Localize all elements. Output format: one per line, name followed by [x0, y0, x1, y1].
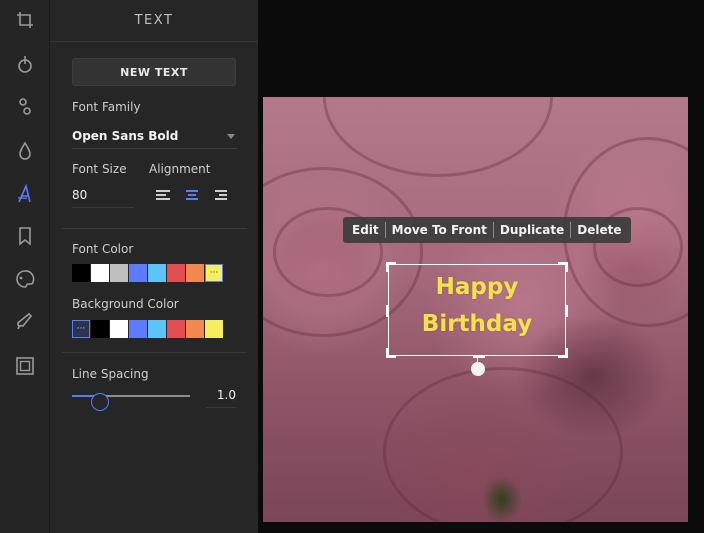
align-left-icon: [156, 190, 170, 192]
tool-sticker[interactable]: [0, 216, 50, 256]
tool-adjust[interactable]: [0, 87, 50, 127]
divider: [62, 228, 247, 229]
panel-title: TEXT: [50, 0, 258, 42]
brush-icon: [17, 312, 33, 330]
duplicate-button[interactable]: Duplicate: [494, 222, 572, 238]
line-spacing-label: Line Spacing: [72, 367, 149, 381]
font-family-select[interactable]: Open Sans Bold: [72, 124, 237, 149]
font-color-swatch[interactable]: [110, 264, 128, 282]
filter-icon: [18, 56, 32, 73]
edit-button[interactable]: Edit: [346, 222, 386, 238]
font-color-swatch[interactable]: ···: [205, 264, 223, 282]
text-action-toolbar: Edit Move To Front Duplicate Delete: [343, 217, 631, 243]
font-family-label: Font Family: [72, 100, 141, 114]
background-color-swatch[interactable]: ···: [72, 320, 90, 338]
align-center-icon: [186, 190, 198, 192]
font-color-swatch[interactable]: [72, 264, 90, 282]
align-right-button[interactable]: [213, 190, 229, 206]
tool-text[interactable]: [0, 174, 50, 214]
text-line-2: Birthday: [421, 311, 533, 337]
delete-button[interactable]: Delete: [571, 222, 627, 238]
background-color-swatch[interactable]: [91, 320, 109, 338]
font-color-swatches: ···: [72, 264, 223, 282]
chevron-down-icon: [227, 134, 235, 139]
rotate-handle[interactable]: [471, 362, 485, 376]
text-object[interactable]: Happy Birthday: [386, 262, 568, 358]
palette-icon: [16, 270, 35, 288]
font-color-swatch[interactable]: [91, 264, 109, 282]
crop-icon: [17, 12, 33, 28]
align-left-button[interactable]: [156, 190, 172, 206]
text-content: Happy Birthday: [389, 269, 565, 343]
text-panel: TEXT NEW TEXT Font Family Open Sans Bold…: [50, 0, 258, 533]
align-center-button[interactable]: [184, 190, 200, 206]
text-icon: [17, 184, 31, 203]
drop-icon: [19, 141, 31, 160]
background-color-label: Background Color: [72, 297, 179, 311]
tool-drop[interactable]: [0, 131, 50, 171]
font-color-label: Font Color: [72, 242, 134, 256]
divider: [62, 352, 247, 353]
tool-crop[interactable]: [0, 0, 50, 40]
bookmark-icon: [19, 227, 31, 246]
font-color-swatch[interactable]: [129, 264, 147, 282]
tool-filter[interactable]: [0, 44, 50, 84]
font-size-input[interactable]: 80: [72, 184, 134, 208]
stem: [483, 477, 521, 522]
background-color-swatch[interactable]: [167, 320, 185, 338]
resize-handle-bottom[interactable]: [473, 355, 485, 358]
line-spacing-input[interactable]: 1.0: [206, 384, 236, 408]
petal-shape: [323, 97, 553, 177]
font-color-swatch[interactable]: [148, 264, 166, 282]
background-color-swatches: ···: [72, 320, 223, 338]
alignment-label: Alignment: [149, 162, 211, 176]
text-line-1: Happy: [435, 274, 519, 300]
resize-handle-right[interactable]: [565, 305, 568, 317]
tool-brush[interactable]: [0, 302, 50, 342]
background-color-swatch[interactable]: [186, 320, 204, 338]
font-size-label: Font Size: [72, 162, 127, 176]
line-spacing-slider-thumb[interactable]: [91, 393, 110, 411]
new-text-button[interactable]: NEW TEXT: [72, 58, 236, 86]
background-color-swatch[interactable]: [110, 320, 128, 338]
tool-frame[interactable]: [0, 346, 50, 386]
adjust-icon: [19, 98, 31, 115]
background-color-swatch[interactable]: [148, 320, 166, 338]
tool-paint[interactable]: [0, 259, 50, 299]
align-right-icon: [215, 190, 227, 192]
resize-handle-bottom-left[interactable]: [386, 348, 396, 358]
background-color-swatch[interactable]: [205, 320, 223, 338]
font-family-value: Open Sans Bold: [72, 129, 179, 143]
resize-handle-bottom-right[interactable]: [558, 348, 568, 358]
move-to-front-button[interactable]: Move To Front: [386, 222, 494, 238]
photo-editor: TEXT NEW TEXT Font Family Open Sans Bold…: [0, 0, 704, 533]
font-color-swatch[interactable]: [186, 264, 204, 282]
background-color-swatch[interactable]: [129, 320, 147, 338]
frame-icon: [16, 357, 34, 375]
tool-rail: [0, 0, 50, 533]
font-color-swatch[interactable]: [167, 264, 185, 282]
